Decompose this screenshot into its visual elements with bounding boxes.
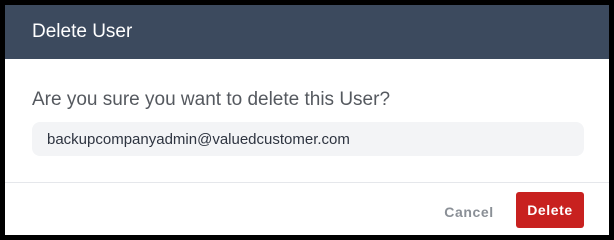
delete-button[interactable]: Delete bbox=[516, 192, 584, 228]
target-user-email: backupcompanyadmin@valuedcustomer.com bbox=[47, 131, 350, 148]
target-user-box: backupcompanyadmin@valuedcustomer.com bbox=[32, 122, 584, 156]
delete-user-dialog: Delete User Are you sure you want to del… bbox=[5, 5, 609, 235]
cancel-button[interactable]: Cancel bbox=[433, 195, 505, 229]
dialog-title: Delete User bbox=[32, 21, 133, 42]
confirmation-question: Are you sure you want to delete this Use… bbox=[32, 89, 391, 110]
footer-divider bbox=[5, 182, 609, 183]
dialog-header: Delete User bbox=[5, 5, 609, 59]
